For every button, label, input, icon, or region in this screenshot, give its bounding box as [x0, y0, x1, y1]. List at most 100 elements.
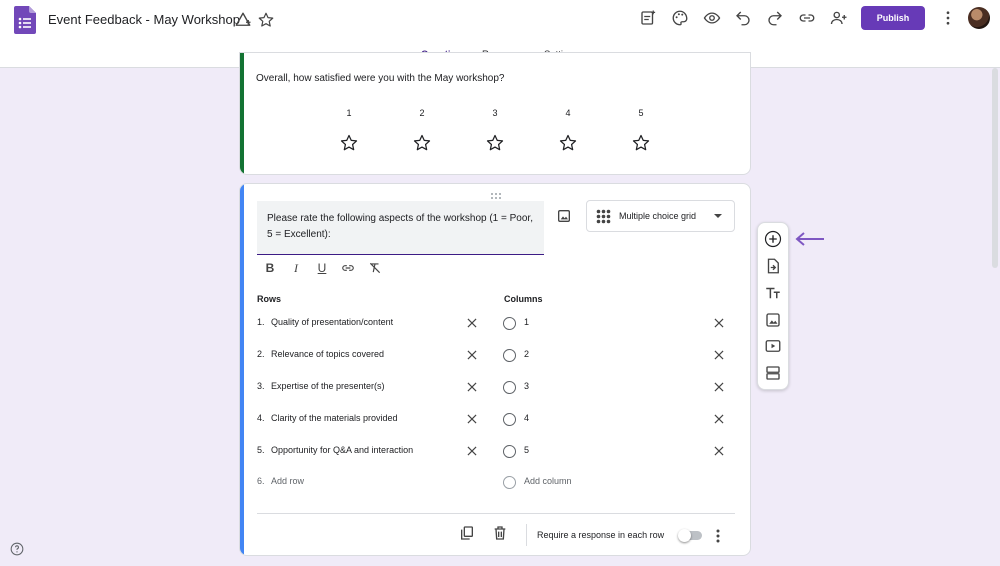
remove-row-icon[interactable]	[465, 380, 479, 394]
rating-label: 3	[492, 108, 498, 118]
scrollbar[interactable]	[992, 68, 998, 268]
redo-icon[interactable]	[765, 8, 785, 28]
add-image-icon[interactable]	[764, 311, 782, 329]
row-label: Quality of presentation/content	[271, 317, 394, 327]
row-label: Expertise of the presenter(s)	[271, 381, 385, 391]
grid-question-card[interactable]: Please rate the following aspects of the…	[239, 183, 751, 556]
row-number: 1.	[257, 317, 265, 327]
columns-heading: Columns	[504, 294, 543, 304]
publish-button[interactable]: Publish	[861, 6, 925, 30]
forms-logo-icon[interactable]	[14, 6, 36, 34]
remove-row-icon[interactable]	[465, 412, 479, 426]
question-type-select[interactable]: Multiple choice grid	[586, 200, 735, 232]
column-radio	[503, 381, 516, 394]
undo-icon[interactable]	[733, 8, 753, 28]
row-number: 2.	[257, 349, 265, 359]
star-icon[interactable]	[631, 133, 651, 153]
column-label[interactable]: 4	[524, 413, 529, 423]
link-icon[interactable]	[797, 8, 817, 28]
delete-icon[interactable]	[492, 525, 508, 541]
add-title-icon[interactable]	[764, 284, 782, 302]
toggle-thumb	[678, 529, 691, 542]
grid-icon	[596, 209, 611, 224]
customize-icon[interactable]	[638, 8, 658, 28]
column-radio	[503, 476, 516, 489]
column-label[interactable]: 2	[524, 349, 529, 359]
remove-row-icon[interactable]	[465, 316, 479, 330]
add-row-label: Add row	[271, 476, 305, 486]
more-vert-icon[interactable]	[713, 528, 723, 544]
move-to-drive-icon[interactable]	[233, 10, 253, 30]
rows-heading: Rows	[257, 294, 282, 304]
underline-button[interactable]: U	[314, 260, 330, 276]
avatar[interactable]	[968, 7, 990, 29]
rating-label: 1	[346, 108, 352, 118]
column-radio	[503, 317, 516, 330]
drag-handle-icon[interactable]	[490, 187, 502, 199]
bold-button[interactable]: B	[262, 260, 278, 276]
add-section-icon[interactable]	[764, 364, 782, 382]
pointer-arrow-icon	[794, 232, 826, 246]
grid-row[interactable]: 3. Expertise of the presenter(s)	[257, 381, 385, 391]
form-title[interactable]: Event Feedback - May Workshop	[48, 12, 240, 27]
card-accent-bar	[240, 53, 244, 174]
star-icon[interactable]	[558, 133, 578, 153]
column-radio	[503, 445, 516, 458]
floating-toolbar	[757, 222, 789, 390]
grid-row[interactable]: 5. Opportunity for Q&A and interaction	[257, 445, 413, 455]
italic-button[interactable]: I	[288, 260, 304, 276]
column-label[interactable]: 3	[524, 381, 529, 391]
help-icon[interactable]	[10, 542, 24, 556]
column-radio	[503, 413, 516, 426]
divider	[526, 524, 527, 546]
star-icon[interactable]	[412, 133, 432, 153]
chevron-down-icon	[714, 214, 722, 218]
remove-column-icon[interactable]	[712, 412, 726, 426]
row-label: Relevance of topics covered	[271, 349, 385, 359]
require-response-label: Require a response in each row	[537, 530, 665, 540]
grid-row[interactable]: 2. Relevance of topics covered	[257, 349, 384, 359]
duplicate-icon[interactable]	[459, 525, 475, 541]
remove-column-icon[interactable]	[712, 444, 726, 458]
star-icon[interactable]	[485, 133, 505, 153]
question-title-input[interactable]: Please rate the following aspects of the…	[257, 201, 544, 255]
clear-formatting-icon[interactable]	[367, 260, 383, 276]
row-number: 4.	[257, 413, 265, 423]
grid-row[interactable]: 1. Quality of presentation/content	[257, 317, 393, 327]
star-icon[interactable]	[339, 133, 359, 153]
rating-question-card[interactable]: Overall, how satisfied were you with the…	[239, 52, 751, 175]
link-icon[interactable]	[340, 260, 356, 276]
add-column-button[interactable]: Add column	[524, 476, 572, 486]
row-number: 3.	[257, 381, 265, 391]
rating-label: 4	[565, 108, 571, 118]
rating-label: 5	[638, 108, 644, 118]
add-question-icon[interactable]	[764, 230, 782, 248]
remove-column-icon[interactable]	[712, 316, 726, 330]
remove-column-icon[interactable]	[712, 380, 726, 394]
remove-row-icon[interactable]	[465, 348, 479, 362]
more-vert-icon[interactable]	[938, 8, 958, 28]
add-row-button[interactable]: 6. Add row	[257, 476, 304, 486]
row-number: 6.	[257, 476, 265, 486]
remove-row-icon[interactable]	[465, 444, 479, 458]
question-type-label: Multiple choice grid	[619, 211, 697, 221]
row-label: Clarity of the materials provided	[271, 413, 398, 423]
card-active-bar	[240, 184, 244, 555]
import-questions-icon[interactable]	[764, 257, 782, 275]
add-collaborator-icon[interactable]	[829, 8, 849, 28]
add-video-icon[interactable]	[764, 337, 782, 355]
column-label[interactable]: 5	[524, 445, 529, 455]
question-text: Overall, how satisfied were you with the…	[256, 73, 505, 84]
star-icon[interactable]	[256, 10, 276, 30]
grid-row[interactable]: 4. Clarity of the materials provided	[257, 413, 398, 423]
rating-label: 2	[419, 108, 425, 118]
column-label[interactable]: 1	[524, 317, 529, 327]
row-number: 5.	[257, 445, 265, 455]
remove-column-icon[interactable]	[712, 348, 726, 362]
palette-icon[interactable]	[670, 8, 690, 28]
preview-eye-icon[interactable]	[702, 8, 722, 28]
require-response-toggle[interactable]	[678, 529, 703, 542]
row-label: Opportunity for Q&A and interaction	[271, 445, 414, 455]
add-image-icon[interactable]	[556, 208, 572, 224]
divider	[257, 513, 735, 514]
